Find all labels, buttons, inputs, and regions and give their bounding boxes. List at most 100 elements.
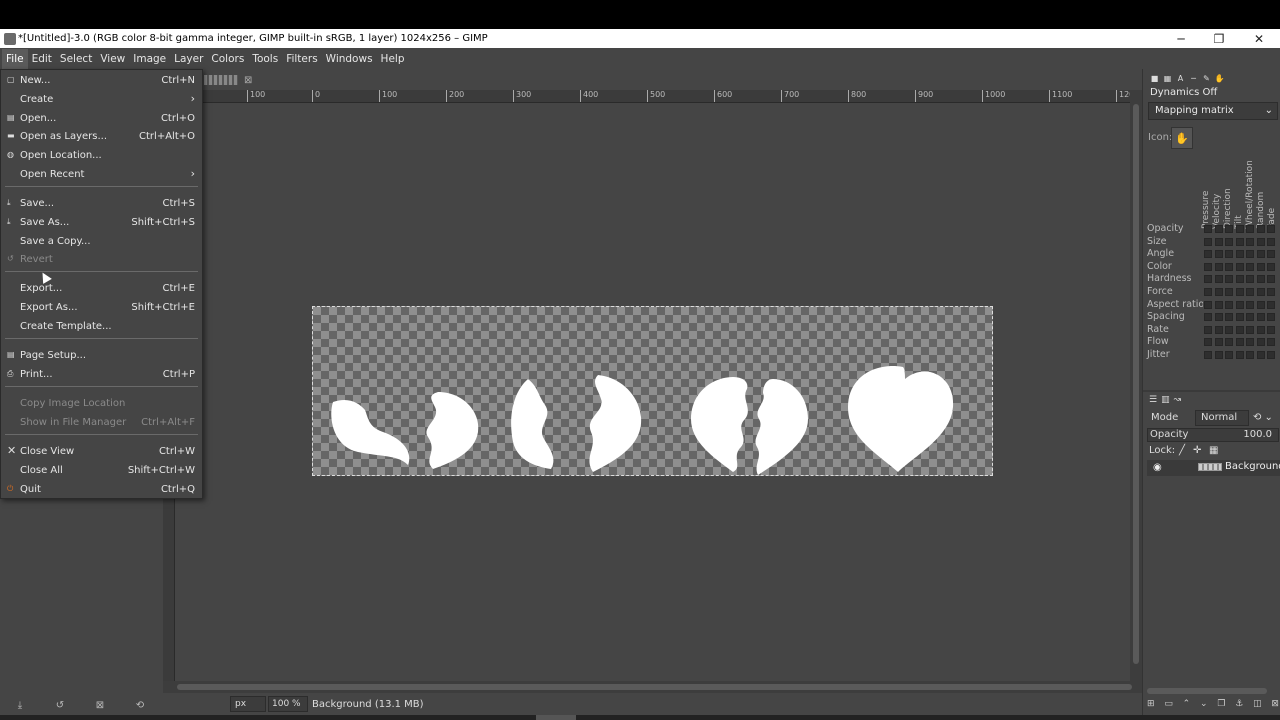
lock-pixels-icon[interactable]: ╱ <box>1179 445 1185 456</box>
row-cells[interactable] <box>1204 262 1275 271</box>
fonts-tab-icon[interactable]: A <box>1175 73 1186 84</box>
unit-select[interactable]: px <box>230 696 266 712</box>
menu-layer[interactable]: Layer <box>170 49 207 69</box>
row-label: Aspect ratio <box>1147 298 1203 310</box>
visibility-eye-icon[interactable]: ◉ <box>1153 462 1162 473</box>
zoom-select[interactable]: 100 % <box>268 696 308 712</box>
raise-layer-icon[interactable]: ⌃ <box>1183 699 1191 713</box>
mode-select[interactable]: Normal <box>1195 410 1249 426</box>
menu-shortcut: Ctrl+E <box>162 283 196 294</box>
image-canvas[interactable] <box>312 306 993 476</box>
horizontal-scroll-thumb[interactable] <box>177 684 1132 690</box>
save-icon: ⤓ <box>7 198 11 207</box>
menu-filters[interactable]: Filters <box>282 49 321 69</box>
screen: *[Untitled]-3.0 (RGB color 8-bit gamma i… <box>0 0 1280 720</box>
delete-layer-icon[interactable]: ⊠ <box>1271 699 1279 713</box>
row-cells[interactable] <box>1204 225 1275 233</box>
channels-tab-icon[interactable]: ▥ <box>1161 395 1170 405</box>
menu-item-close-all[interactable]: Close All Shift+Ctrl+W <box>1 462 202 480</box>
dynamics-tab-icon[interactable]: ✋ <box>1214 73 1225 84</box>
row-cells[interactable] <box>1204 350 1275 359</box>
new-group-icon[interactable]: ▭ <box>1164 699 1173 713</box>
menu-colors[interactable]: Colors <box>207 49 248 69</box>
duplicate-layer-icon[interactable]: ❐ <box>1217 699 1225 713</box>
minimize-button[interactable]: ─ <box>1162 29 1200 48</box>
menu-item-close-view[interactable]: ✕ Close View Ctrl+W <box>1 443 202 461</box>
ruler-tick: 1200 <box>1116 90 1130 102</box>
menu-windows[interactable]: Windows <box>322 49 377 69</box>
menu-item-create-template[interactable]: Create Template... <box>1 318 202 336</box>
menu-item-page-setup[interactable]: ▤ Page Setup... <box>1 347 202 365</box>
menu-select[interactable]: Select <box>56 49 96 69</box>
new-layer-icon[interactable]: ⊞ <box>1147 699 1155 713</box>
globe-icon: ◍ <box>7 150 14 159</box>
mask-layer-icon[interactable]: ◫ <box>1253 699 1262 713</box>
menu-item-save[interactable]: ⤓ Save... Ctrl+S <box>1 195 202 213</box>
right-dock: ■ ▦ A ─ ✎ ✋ Dynamics Off Mapping matrix ⌄… <box>1142 69 1280 715</box>
dash-tab-icon[interactable]: ─ <box>1188 73 1199 84</box>
menu-item-open-recent[interactable]: Open Recent › <box>1 166 202 184</box>
restore-tool-preset-icon[interactable]: ↺ <box>53 698 67 712</box>
tool-options-tab-icon[interactable]: ■ <box>1149 73 1160 84</box>
menu-item-export-as[interactable]: Export As... Shift+Ctrl+E <box>1 299 202 317</box>
close-window-button[interactable]: ✕ <box>1240 29 1278 48</box>
row-cells[interactable] <box>1204 275 1275 284</box>
delete-tool-preset-icon[interactable]: ⊠ <box>93 698 107 712</box>
status-bar: px 100 % Background (13.1 MB) <box>163 694 1143 714</box>
layers-tab-icon[interactable]: ☰ <box>1149 395 1157 405</box>
menu-view[interactable]: View <box>96 49 129 69</box>
vertical-scrollbar[interactable] <box>1130 90 1142 686</box>
reset-tool-icon[interactable]: ⟲ <box>133 698 147 712</box>
menu-item-save-copy[interactable]: Save a Copy... <box>1 233 202 251</box>
brushes-tab-icon[interactable]: ▦ <box>1162 73 1173 84</box>
image-tab[interactable]: ⊠ <box>200 71 260 89</box>
menu-label: Quit <box>20 484 41 495</box>
row-cells[interactable] <box>1204 250 1275 259</box>
horizontal-scrollbar[interactable] <box>163 681 1142 693</box>
dynamics-row: Flow <box>1147 336 1279 349</box>
row-cells[interactable] <box>1204 325 1275 334</box>
paths-tab-icon[interactable]: ↝ <box>1174 395 1182 405</box>
menu-item-open-as-layers[interactable]: ▬ Open as Layers... Ctrl+Alt+O <box>1 128 202 146</box>
menu-item-new[interactable]: ▢ New... Ctrl+N <box>1 72 202 90</box>
menu-tools[interactable]: Tools <box>248 49 282 69</box>
dock-separator[interactable] <box>1143 390 1280 392</box>
lock-alpha-icon[interactable]: ▦ <box>1209 445 1218 456</box>
anchor-layer-icon[interactable]: ⚓ <box>1235 699 1243 713</box>
close-tab-icon[interactable]: ⊠ <box>244 75 252 86</box>
menu-edit[interactable]: Edit <box>28 49 56 69</box>
opacity-slider[interactable]: Opacity 100.0 <box>1147 428 1279 442</box>
row-cells[interactable] <box>1204 237 1275 246</box>
menu-item-create[interactable]: Create › <box>1 91 202 109</box>
row-cells[interactable] <box>1204 338 1275 347</box>
menu-image[interactable]: Image <box>129 49 170 69</box>
menu-item-print[interactable]: ⎙ Print... Ctrl+P <box>1 366 202 384</box>
dynamics-icon-button[interactable]: ✋ <box>1171 127 1193 149</box>
row-cells[interactable] <box>1204 287 1275 296</box>
row-cells[interactable] <box>1204 300 1275 309</box>
canvas-area[interactable] <box>175 103 1130 681</box>
row-cells[interactable] <box>1204 313 1275 322</box>
menu-help[interactable]: Help <box>377 49 409 69</box>
menu-item-open-location[interactable]: ◍ Open Location... <box>1 147 202 165</box>
vertical-scroll-thumb[interactable] <box>1133 104 1139 664</box>
layer-item[interactable]: ◉ Background <box>1147 460 1280 476</box>
menu-bar: File Edit Select View Image Layer Colors… <box>0 48 1280 69</box>
lock-position-icon[interactable]: ✛ <box>1193 445 1201 456</box>
menu-item-save-as[interactable]: ⤓ Save As... Shift+Ctrl+S <box>1 214 202 232</box>
row-label: Force <box>1147 285 1173 297</box>
ruler-tick: 900 <box>915 90 933 102</box>
mapping-matrix-select[interactable]: Mapping matrix ⌄ <box>1148 102 1278 120</box>
menu-item-open[interactable]: ▤ Open... Ctrl+O <box>1 110 202 128</box>
menu-file[interactable]: File <box>2 48 28 69</box>
paint-dynamics-tab-icon[interactable]: ✎ <box>1201 73 1212 84</box>
revert-icon: ↺ <box>7 254 14 263</box>
lower-layer-icon[interactable]: ⌄ <box>1200 699 1208 713</box>
mode-reset-icon[interactable]: ⟲ ⌄ <box>1253 412 1273 423</box>
restore-button[interactable]: ❐ <box>1200 29 1238 48</box>
column-header: Random <box>1256 191 1266 229</box>
save-tool-preset-icon[interactable]: ⤓ <box>13 698 27 712</box>
menu-item-quit[interactable]: ⏻ Quit Ctrl+Q <box>1 481 202 499</box>
layers-scrollbar[interactable] <box>1147 688 1267 694</box>
menu-item-export[interactable]: Export... Ctrl+E <box>1 280 202 298</box>
